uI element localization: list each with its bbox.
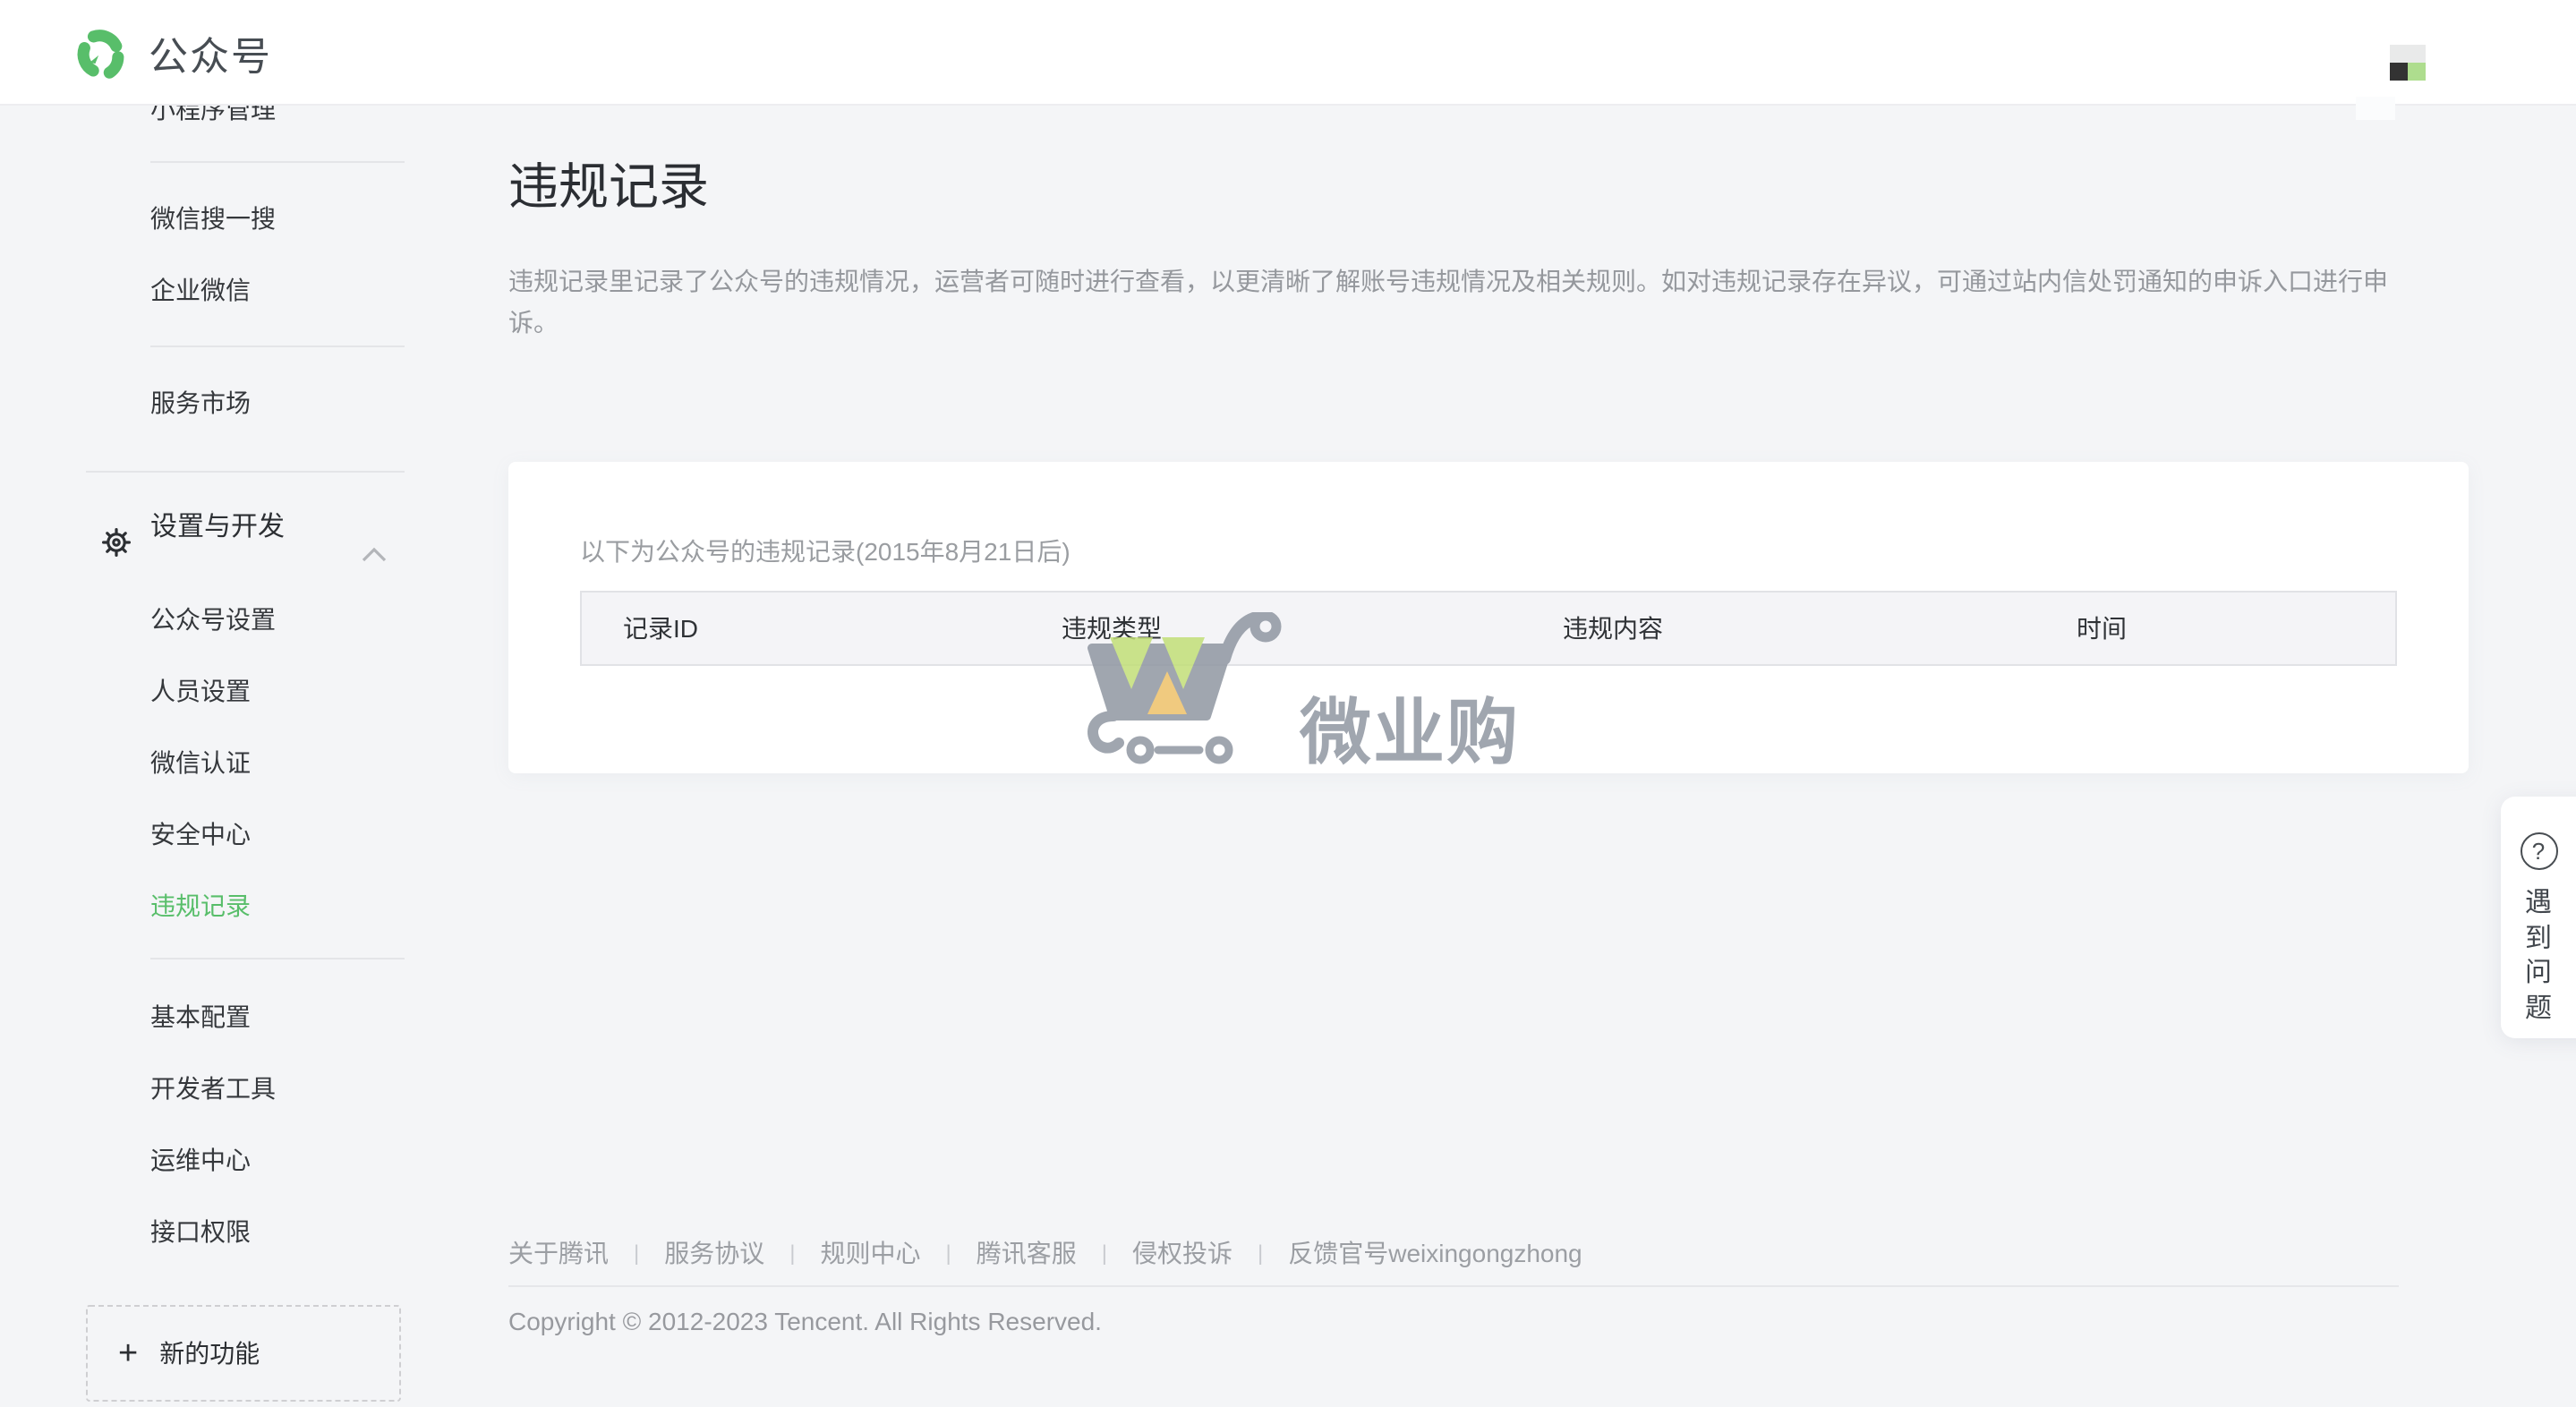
logo-bubble-tail	[90, 55, 98, 64]
violation-records-card: 以下为公众号的违规记录(2015年8月21日后) 记录ID 违规类型 违规内容 …	[508, 462, 2469, 773]
footer-link-rules-center[interactable]: 规则中心	[821, 1235, 921, 1271]
avatar[interactable]	[2390, 45, 2426, 81]
column-record-id: 记录ID	[582, 610, 1062, 646]
gear-icon	[102, 514, 131, 585]
footer-separator: |	[1258, 1241, 1263, 1266]
footer-separator: |	[1102, 1241, 1107, 1266]
new-feature-label: 新的功能	[159, 1335, 260, 1371]
footer-separator: |	[634, 1241, 639, 1266]
question-mark-icon: ?	[2520, 832, 2557, 870]
chevron-up-icon[interactable]	[362, 519, 387, 591]
column-violation-type: 违规类型	[1062, 610, 1563, 646]
footer-separator: |	[946, 1241, 951, 1266]
help-label-char: 题	[2525, 991, 2552, 1026]
wechat-official-account-logo-icon	[73, 27, 127, 81]
sidebar-section-settings-dev[interactable]: 设置与开发	[0, 492, 453, 564]
footer-link-about-tencent[interactable]: 关于腾讯	[508, 1235, 609, 1271]
records-table-header: 记录ID 违规类型 违规内容 时间	[580, 591, 2397, 666]
sidebar-item-ops-center[interactable]: 运维中心	[0, 1124, 453, 1196]
sidebar-divider	[150, 345, 405, 347]
page: 公众号 小程序管理 微信搜一搜 企业微信 服务市场	[0, 0, 2576, 1407]
sidebar-item-service-market[interactable]: 服务市场	[0, 367, 453, 439]
help-label-char: 到	[2525, 921, 2552, 956]
brand-name: 公众号	[149, 25, 272, 82]
footer-separator: |	[789, 1241, 795, 1266]
help-label-char: 遇	[2525, 886, 2552, 921]
page-title: 违规记录	[508, 158, 709, 218]
sidebar-item-wework[interactable]: 企业微信	[0, 254, 453, 326]
help-panel-button[interactable]: ? 遇 到 问 题	[2501, 797, 2576, 1038]
sidebar-item-search[interactable]: 微信搜一搜	[0, 183, 453, 254]
sidebar-item-wechat-verify[interactable]: 微信认证	[0, 727, 453, 798]
new-feature-button[interactable]: + 新的功能	[86, 1305, 401, 1402]
footer-link-service-agreement[interactable]: 服务协议	[664, 1235, 764, 1271]
footer: 关于腾讯 | 服务协议 | 规则中心 | 腾讯客服 | 侵权投诉 | 反馈官号w…	[508, 1235, 2399, 1335]
sidebar-item-developer-tools[interactable]: 开发者工具	[0, 1053, 453, 1124]
footer-copyright: Copyright © 2012-2023 Tencent. All Right…	[508, 1307, 2399, 1335]
avatar-top	[2390, 45, 2426, 63]
column-time: 时间	[2077, 610, 2395, 646]
sidebar-item-basic-config[interactable]: 基本配置	[0, 981, 453, 1053]
footer-links: 关于腾讯 | 服务协议 | 规则中心 | 腾讯客服 | 侵权投诉 | 反馈官号w…	[508, 1235, 2399, 1271]
footer-link-infringement-complaint[interactable]: 侵权投诉	[1132, 1235, 1233, 1271]
sidebar-item-staff-settings[interactable]: 人员设置	[0, 655, 453, 727]
avatar-dark-quadrant	[2390, 63, 2408, 81]
sidebar-section-divider	[86, 471, 405, 473]
brand-logo[interactable]: 公众号	[73, 25, 272, 82]
sidebar-divider	[150, 958, 405, 959]
sidebar-section-label: 设置与开发	[150, 512, 285, 542]
column-violation-content: 违规内容	[1563, 610, 2077, 646]
sidebar-item-security-center[interactable]: 安全中心	[0, 798, 453, 870]
records-caption: 以下为公众号的违规记录(2015年8月21日后)	[580, 533, 1070, 569]
footer-divider	[508, 1285, 2399, 1287]
sidebar: 小程序管理 微信搜一搜 企业微信 服务市场	[0, 0, 453, 1407]
header-notch	[2356, 97, 2395, 120]
top-header: 公众号	[0, 0, 2576, 106]
avatar-green-quadrant	[2408, 63, 2426, 81]
sidebar-item-violation-records[interactable]: 违规记录	[0, 870, 453, 942]
sidebar-divider	[150, 161, 405, 163]
help-label-char: 问	[2525, 956, 2552, 991]
footer-link-tencent-support[interactable]: 腾讯客服	[977, 1235, 1077, 1271]
plus-icon: +	[118, 1336, 138, 1370]
sidebar-item-account-settings[interactable]: 公众号设置	[0, 584, 453, 655]
page-description: 违规记录里记录了公众号的违规情况，运营者可随时进行查看，以更清晰了解账号违规情况…	[508, 261, 2402, 344]
sidebar-item-api-permissions[interactable]: 接口权限	[0, 1196, 453, 1267]
footer-link-feedback-account[interactable]: 反馈官号weixingongzhong	[1288, 1235, 1582, 1271]
